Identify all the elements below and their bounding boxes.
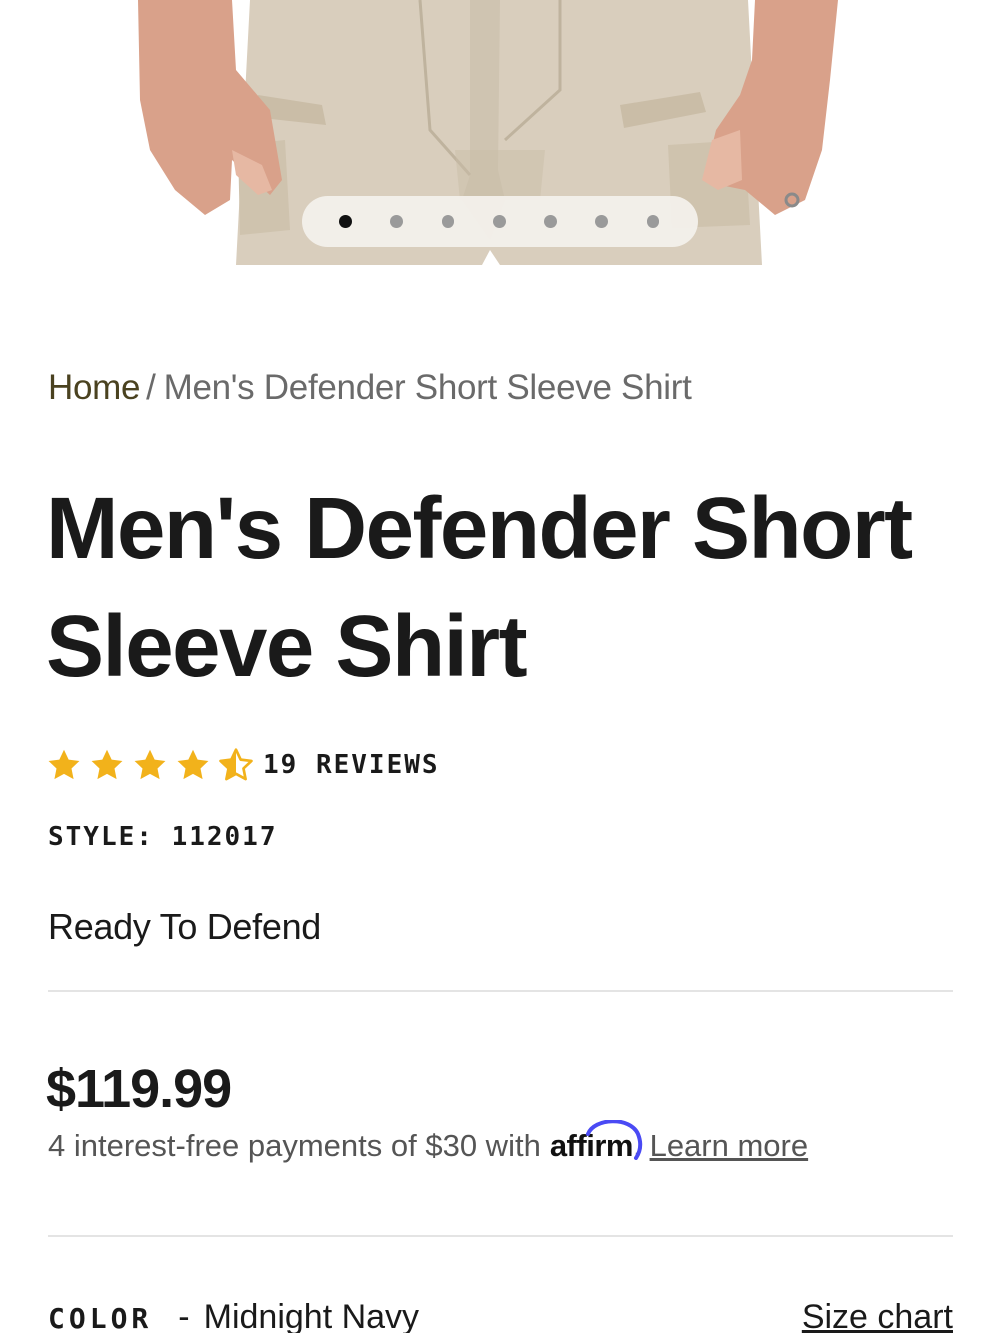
- star-full-icon: [177, 749, 209, 780]
- learn-more-link[interactable]: Learn more: [650, 1124, 809, 1168]
- product-tagline: Ready To Defend: [48, 906, 322, 947]
- size-chart-link[interactable]: Size chart: [802, 1298, 953, 1333]
- carousel-dot[interactable]: [390, 215, 404, 228]
- carousel-dot[interactable]: [492, 215, 506, 228]
- breadcrumb: Home / Men's Defender Short Sleeve Shirt: [48, 366, 692, 410]
- product-image-gallery[interactable]: [0, 0, 1000, 265]
- star-full-icon: [91, 749, 123, 780]
- breadcrumb-current: Men's Defender Short Sleeve Shirt: [163, 368, 692, 407]
- carousel-dot[interactable]: [544, 215, 557, 228]
- star-full-icon: [134, 749, 166, 780]
- star-half-icon: [219, 748, 253, 781]
- product-title: Men's Defender Short Sleeve Shirt: [46, 480, 913, 695]
- carousel-dot[interactable]: [646, 215, 660, 228]
- affirm-logo: affirm: [550, 1120, 642, 1168]
- product-style-number: STYLE: 112017: [48, 822, 278, 852]
- divider: [48, 1235, 953, 1237]
- color-selector-header: COLOR - Midnight Navy Size chart: [48, 1298, 953, 1333]
- selected-color-value: Midnight Navy: [203, 1298, 420, 1333]
- affirm-arc-icon: [585, 1120, 642, 1160]
- carousel-dot[interactable]: [441, 215, 455, 228]
- divider: [48, 990, 953, 992]
- carousel-dot[interactable]: [339, 215, 352, 228]
- affirm-financing-message: 4 interest-free payments of $30 with aff…: [48, 1120, 809, 1168]
- reviews-link[interactable]: 19 REVIEWS: [263, 750, 440, 780]
- affirm-payment-text: 4 interest-free payments of $30 with: [48, 1128, 541, 1163]
- product-rating[interactable]: 19 REVIEWS: [46, 742, 440, 788]
- color-separator: -: [178, 1298, 190, 1333]
- carousel-dot[interactable]: [595, 215, 609, 228]
- product-price: $119.99: [46, 1059, 232, 1119]
- carousel-pagination: [302, 196, 698, 247]
- breadcrumb-home-link[interactable]: Home: [48, 368, 140, 407]
- color-label: COLOR: [48, 1302, 153, 1333]
- breadcrumb-separator: /: [146, 368, 156, 407]
- star-full-icon: [48, 749, 80, 780]
